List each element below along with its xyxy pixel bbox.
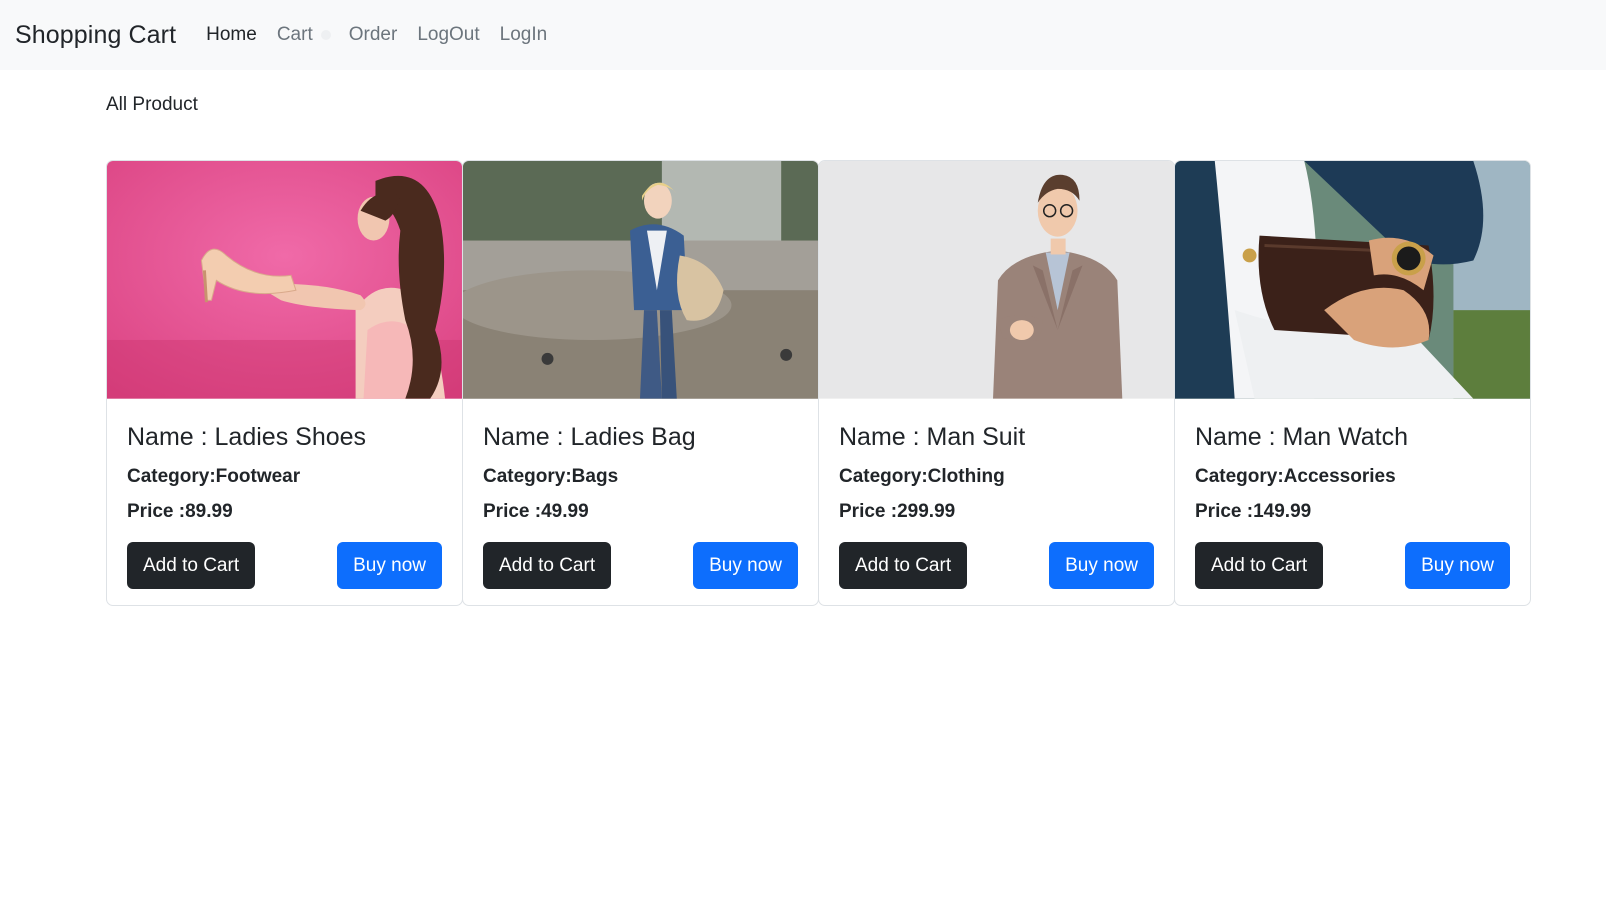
product-card: Name : Man Suit Category:Clothing Price … <box>818 160 1175 606</box>
product-price: Price :299.99 <box>839 501 956 522</box>
nav-login-link[interactable]: LogIn <box>500 24 548 46</box>
ladies-bag-photo <box>463 161 818 399</box>
nav-cart-link[interactable]: Cart <box>277 24 313 46</box>
product-image <box>107 161 462 400</box>
buy-now-button[interactable]: Buy now <box>1405 542 1510 589</box>
product-grid: Name : Ladies Shoes Category:Footwear Pr… <box>106 160 1536 606</box>
product-price: Price :149.99 <box>1195 501 1312 522</box>
product-name: Name : Man Suit <box>839 423 1026 451</box>
cart-count-badge <box>320 30 331 40</box>
add-to-cart-button[interactable]: Add to Cart <box>1195 542 1324 589</box>
buy-now-button[interactable]: Buy now <box>1049 542 1154 589</box>
brand-link[interactable]: Shopping Cart <box>15 21 176 50</box>
buy-now-button[interactable]: Buy now <box>337 542 442 589</box>
nav-home-link[interactable]: Home <box>206 24 257 46</box>
product-category: Category:Accessories <box>1195 466 1396 487</box>
product-card: Name : Ladies Shoes Category:Footwear Pr… <box>106 160 463 606</box>
product-image <box>819 161 1174 400</box>
buy-now-button[interactable]: Buy now <box>693 542 798 589</box>
product-category: Category:Bags <box>483 466 619 487</box>
product-image <box>463 161 818 400</box>
product-price: Price :89.99 <box>127 501 233 522</box>
add-to-cart-button[interactable]: Add to Cart <box>483 542 612 589</box>
ladies-shoes-photo <box>107 161 462 399</box>
product-price: Price :49.99 <box>483 501 589 522</box>
product-category: Category:Clothing <box>839 466 1005 487</box>
product-card: Name : Man Watch Category:Accessories Pr… <box>1174 160 1531 606</box>
nav-order-link[interactable]: Order <box>349 24 398 46</box>
man-suit-photo <box>819 161 1174 399</box>
product-card: Name : Ladies Bag Category:Bags Price :4… <box>462 160 819 606</box>
nav-logout-link[interactable]: LogOut <box>417 24 479 46</box>
add-to-cart-button[interactable]: Add to Cart <box>127 542 256 589</box>
nav-links: Home Cart Order LogOut LogIn <box>206 24 567 46</box>
product-name: Name : Ladies Shoes <box>127 423 367 451</box>
product-category: Category:Footwear <box>127 466 301 487</box>
navbar: Shopping Cart Home Cart Order LogOut Log… <box>0 0 1606 70</box>
product-image <box>1175 161 1530 400</box>
man-watch-photo <box>1175 161 1530 399</box>
add-to-cart-button[interactable]: Add to Cart <box>839 542 968 589</box>
product-name: Name : Ladies Bag <box>483 423 696 451</box>
product-name: Name : Man Watch <box>1195 423 1409 451</box>
page-heading: All Product <box>106 94 198 115</box>
